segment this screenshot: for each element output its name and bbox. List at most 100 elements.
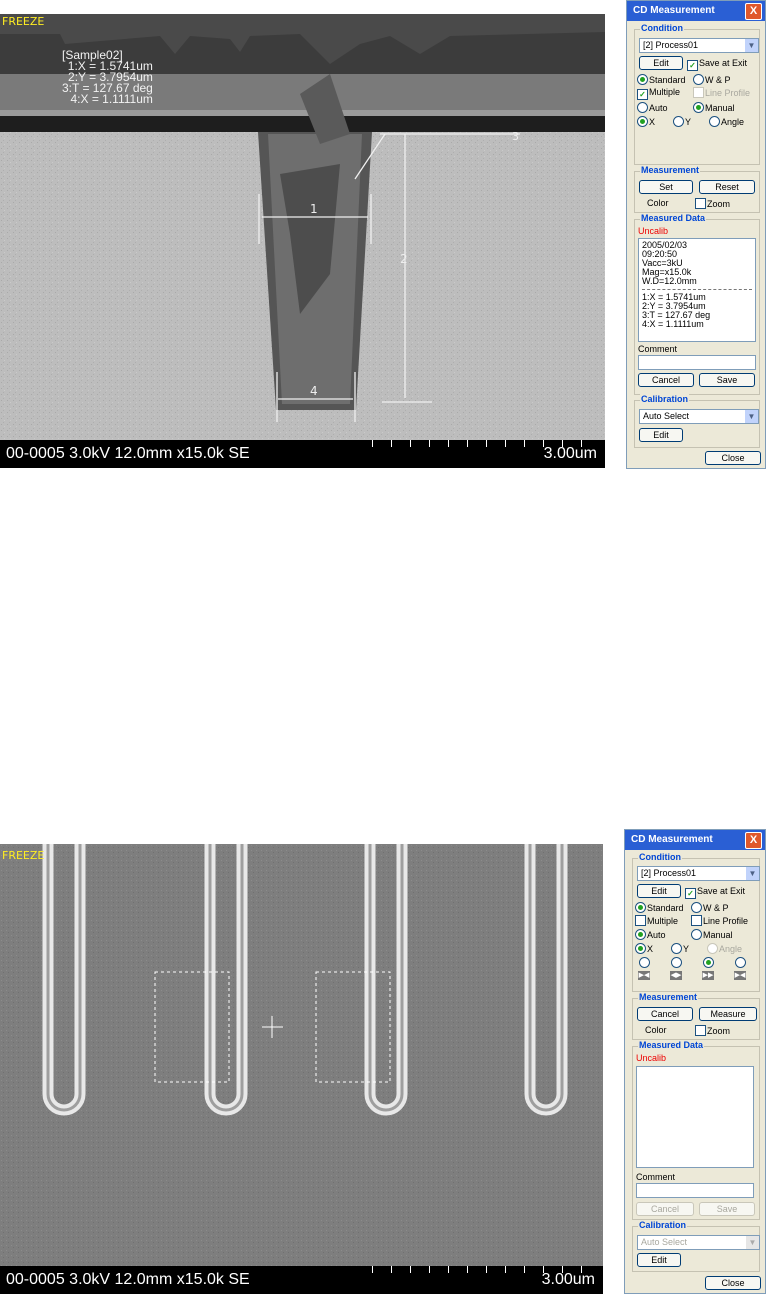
zoom-checkbox[interactable]: Zoom	[695, 1025, 730, 1036]
cancel-measure-button[interactable]: Cancel	[637, 1007, 693, 1021]
line-pattern-graphic	[0, 844, 603, 1294]
edit-button[interactable]: Edit	[639, 56, 683, 70]
auto-radio[interactable]: Auto	[635, 929, 666, 940]
chevron-down-icon[interactable]: ▼	[745, 410, 758, 423]
zoom-checkbox[interactable]: Zoom	[695, 198, 730, 209]
line-profile-checkbox[interactable]: Line Profile	[693, 87, 750, 98]
angle-radio[interactable]: Angle	[707, 943, 742, 954]
save-at-exit-checkbox[interactable]: ✓ Save at Exit	[685, 886, 745, 899]
measurement-group: Measurement Set Reset Color Zoom	[634, 165, 760, 213]
edge-mode-radio-4[interactable]	[735, 957, 747, 968]
dialog-title: CD Measurement	[631, 834, 713, 845]
edge-inner-icon: ▶◀	[638, 971, 650, 980]
data-line: W.D=12.0mm	[642, 276, 697, 286]
marker-label: 3	[512, 130, 519, 143]
auto-radio[interactable]: Auto	[637, 102, 668, 113]
edit-button[interactable]: Edit	[637, 884, 681, 898]
measured-data-list[interactable]: 2005/02/03 09:20:50 Vacc=3kU Mag=x15.0k …	[638, 238, 756, 342]
info-bar: 00-0005 3.0kV 12.0mm x15.0k SE 3.00um	[0, 1266, 603, 1294]
cancel-button[interactable]: Cancel	[636, 1202, 694, 1216]
radio-label: Manual	[703, 930, 733, 940]
manual-radio[interactable]: Manual	[693, 102, 735, 113]
y-radio[interactable]: Y	[673, 116, 691, 127]
marker-label: 2	[400, 252, 408, 266]
chevron-down-icon[interactable]: ▼	[745, 39, 758, 52]
checkbox-label: Multiple	[647, 916, 679, 926]
calibration-edit-button[interactable]: Edit	[639, 428, 683, 442]
radio-label: Standard	[649, 75, 686, 85]
close-icon[interactable]: X	[745, 3, 762, 20]
comment-label: Comment	[638, 344, 678, 354]
dialog-title: CD Measurement	[633, 5, 715, 16]
line-profile-checkbox[interactable]: Line Profile	[691, 915, 748, 926]
checkbox-label: Zoom	[707, 199, 731, 209]
edge-mode-radio-3[interactable]	[703, 957, 715, 968]
radio-label: Angle	[719, 944, 743, 954]
cancel-button[interactable]: Cancel	[638, 373, 694, 387]
manual-radio[interactable]: Manual	[691, 929, 733, 940]
radio-label: X	[647, 944, 654, 954]
group-title: Condition	[638, 852, 682, 862]
standard-radio[interactable]: Standard	[635, 902, 684, 913]
group-title: Measured Data	[640, 213, 707, 223]
checkbox-label: Color	[645, 1025, 667, 1035]
checkbox-label: Multiple	[649, 87, 681, 97]
measurement-overlay: [Sample02] 1:X = 1.5741um 2:Y = 3.7954um…	[62, 49, 153, 105]
chevron-down-icon[interactable]: ▼	[746, 1236, 759, 1249]
save-button[interactable]: Save	[699, 373, 755, 387]
sem-image-cross-section[interactable]: FREEZE [Sample02] 1:X = 1.5741um 2:Y = 3…	[0, 14, 605, 468]
save-at-exit-checkbox[interactable]: ✓ Save at Exit	[687, 58, 747, 71]
calibration-select[interactable]: Auto Select ▼	[639, 409, 759, 424]
info-text: 00-0005 3.0kV 12.0mm x15.0k SE	[6, 445, 250, 462]
radio-label: Y	[685, 117, 692, 127]
close-icon[interactable]: X	[745, 832, 762, 849]
multiple-checkbox[interactable]: ✓ Multiple	[637, 87, 680, 100]
dialog-titlebar[interactable]: CD Measurement X	[625, 830, 765, 850]
checkbox-label: Line Profile	[703, 916, 749, 926]
group-title: Measurement	[640, 165, 701, 175]
measured-data-list[interactable]	[636, 1066, 754, 1168]
measure-button[interactable]: Measure	[699, 1007, 757, 1021]
condition-group: Condition [2] Process01 ▼ Edit ✓ Save at …	[634, 23, 760, 165]
wp-radio[interactable]: W & P	[691, 902, 729, 913]
chevron-down-icon[interactable]: ▼	[746, 867, 759, 880]
edge-mode-radio-1[interactable]	[639, 957, 651, 968]
process-select[interactable]: [2] Process01 ▼	[639, 38, 759, 53]
radio-label: W & P	[703, 903, 729, 913]
sem-image-lines[interactable]: FREEZE 00-0005 3.0kV 12.0mm x15.0k SE 3.…	[0, 844, 603, 1294]
group-title: Calibration	[640, 394, 690, 404]
close-button[interactable]: Close	[705, 451, 761, 465]
y-radio[interactable]: Y	[671, 943, 689, 954]
check-icon: ✓	[687, 60, 698, 71]
comment-label: Comment	[636, 1172, 676, 1182]
calibration-edit-button[interactable]: Edit	[637, 1253, 681, 1267]
reset-button[interactable]: Reset	[699, 180, 755, 194]
freeze-label: FREEZE	[2, 849, 45, 862]
process-select[interactable]: [2] Process01 ▼	[637, 866, 760, 881]
radio-label: Standard	[647, 903, 684, 913]
wp-radio[interactable]: W & P	[693, 74, 731, 85]
radio-label: Y	[683, 944, 690, 954]
calibration-value: Auto Select	[641, 1237, 688, 1247]
scale-text: 3.00um	[541, 1271, 595, 1288]
calibration-select[interactable]: Auto Select ▼	[637, 1235, 760, 1250]
x-radio[interactable]: X	[637, 116, 655, 127]
standard-radio[interactable]: Standard	[637, 74, 686, 85]
x-radio[interactable]: X	[635, 943, 653, 954]
color-checkbox[interactable]: Color	[635, 1025, 667, 1035]
edge-mode-radio-2[interactable]	[671, 957, 683, 968]
dialog-titlebar[interactable]: CD Measurement X	[627, 1, 765, 21]
color-checkbox[interactable]: Color	[637, 198, 669, 208]
group-title: Calibration	[638, 1220, 688, 1230]
info-text: 00-0005 3.0kV 12.0mm x15.0k SE	[6, 1271, 250, 1288]
measured-data-group: Measured Data Uncalib Comment Cancel Sav…	[632, 1040, 760, 1220]
angle-radio[interactable]: Angle	[709, 116, 744, 127]
set-button[interactable]: Set	[639, 180, 693, 194]
comment-input[interactable]	[636, 1183, 754, 1198]
check-icon: ✓	[637, 89, 648, 100]
close-button[interactable]: Close	[705, 1276, 761, 1290]
save-button[interactable]: Save	[699, 1202, 755, 1216]
multiple-checkbox[interactable]: Multiple	[635, 915, 678, 926]
comment-input[interactable]	[638, 355, 756, 370]
measurement-group: Measurement Cancel Measure Color Zoom	[632, 992, 760, 1040]
